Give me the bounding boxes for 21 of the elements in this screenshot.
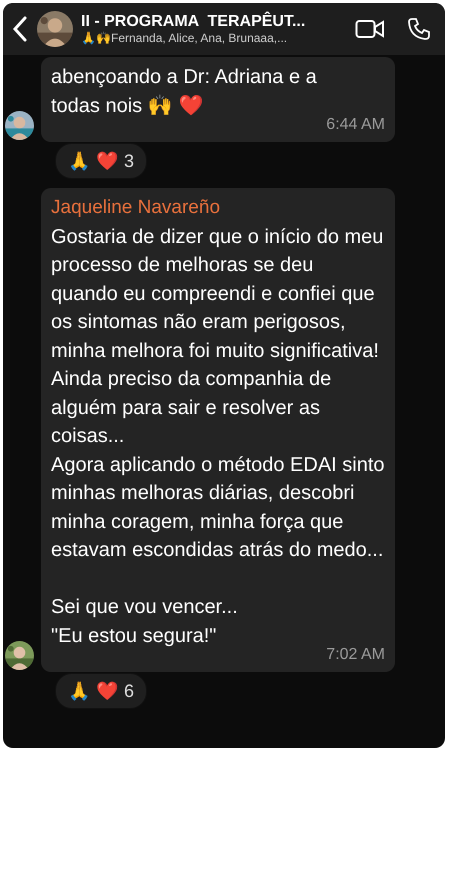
reaction-emoji: ❤ (96, 150, 118, 172)
reactions-pill[interactable]: 🙏 ❤ 6 (55, 673, 148, 709)
back-button[interactable] (11, 15, 29, 43)
sender-name[interactable]: Jaqueline Navareño (51, 194, 385, 222)
message-time: 7:02 AM (325, 646, 385, 664)
reactions-pill[interactable]: 🙏 ❤ 3 (55, 143, 148, 179)
message-text: Gostaria de dizer que o início do meu processo de melhoras se deu quando eu compreendi e confiei que os sintomas não eram perigosos, minha melhora foi muito significativa! Ainda preciso da companhia de alguém para sair e resolver as coisas... Agora aplicando o método EDAI sinto minhas melhoras diárias, descobri minha coragem, minha força que estavam escondidas atrás do medo... Sei que vou vencer... "Eu estou segura!" (51, 224, 385, 648)
chat-title[interactable]: II - PROGRAMA TERAPÊUT... (81, 13, 347, 31)
message-time: 6:44 AM (325, 116, 385, 134)
reaction-count: 3 (124, 150, 134, 172)
sender-avatar[interactable] (5, 641, 34, 670)
call-button[interactable] (407, 17, 431, 41)
video-call-button[interactable] (355, 18, 385, 40)
sender-avatar[interactable] (5, 111, 34, 140)
message-text: abençoando a Dr: Adriana e a todas nois 🙌 ❤ (51, 65, 318, 118)
chat-members: 🙏🙌Fernanda, Alice, Ana, Brunaaa,... (81, 31, 288, 45)
reaction-count: 6 (124, 680, 134, 702)
reaction-emoji: ❤ (96, 680, 118, 702)
group-avatar[interactable] (37, 11, 73, 47)
reaction-emoji: 🙏 (68, 150, 90, 172)
reaction-emoji: 🙏 (68, 680, 90, 702)
